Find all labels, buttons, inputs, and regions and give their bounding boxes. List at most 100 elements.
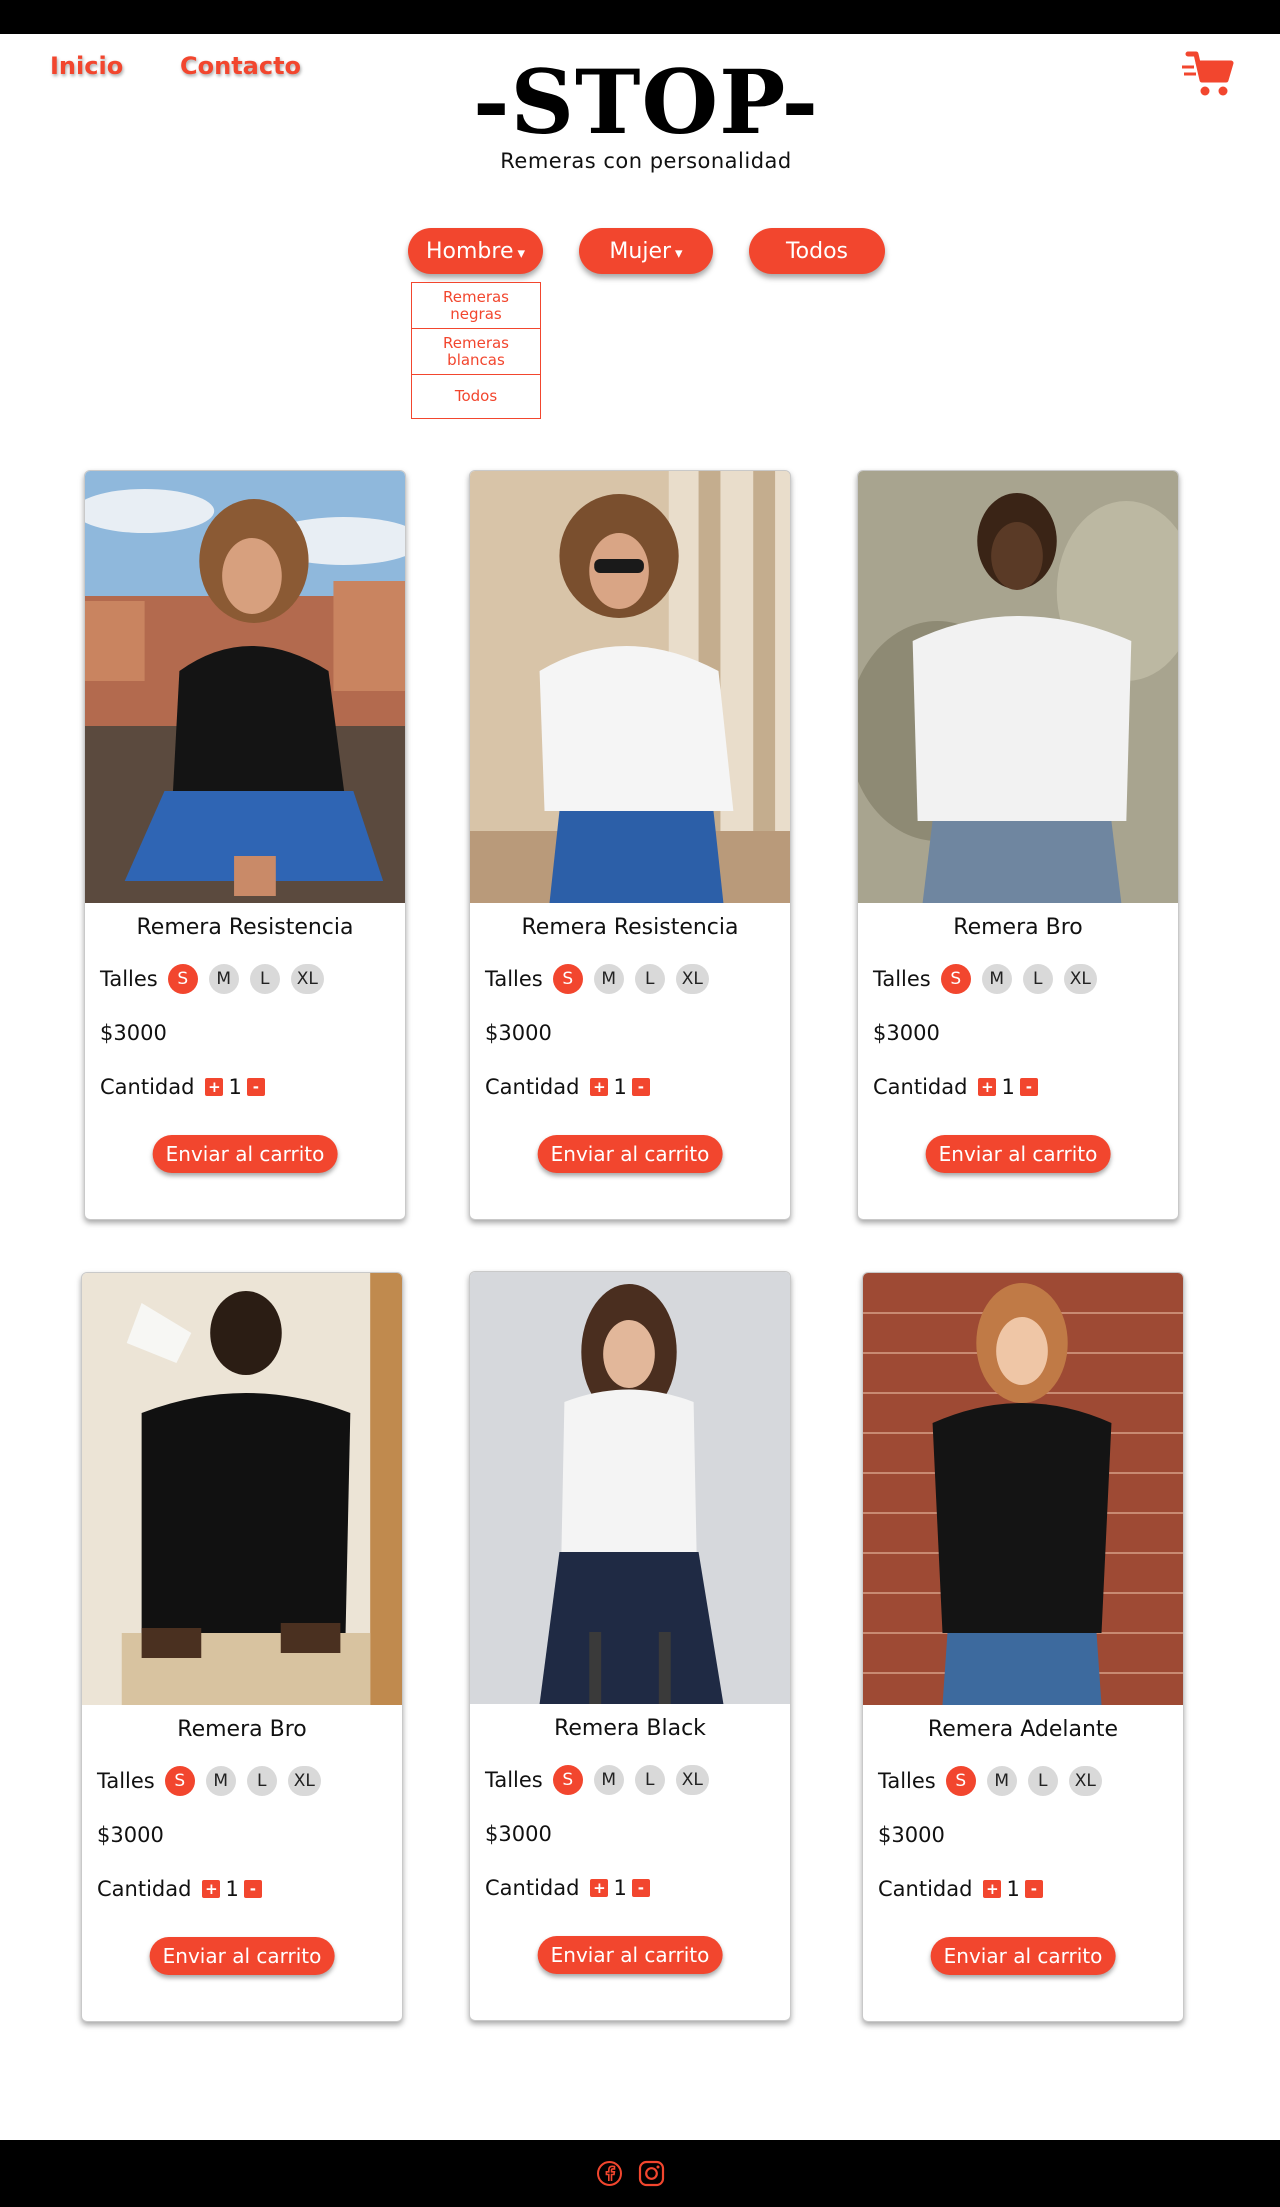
add-to-cart-button[interactable]: Enviar al carrito [537, 1135, 723, 1173]
dropdown-item-todos[interactable]: Todos [412, 375, 540, 418]
product-image[interactable] [863, 1273, 1183, 1705]
sizes-label: Talles [100, 967, 158, 991]
size-chip-m[interactable]: M [208, 964, 239, 994]
quantity-minus-button[interactable]: - [631, 1879, 650, 1897]
sizes-label: Talles [873, 967, 931, 991]
add-to-cart-button[interactable]: Enviar al carrito [152, 1135, 338, 1173]
quantity-minus-button[interactable]: - [1024, 1880, 1043, 1898]
size-chip-xl[interactable]: XL [1063, 964, 1097, 994]
size-chip-xl[interactable]: XL [287, 1766, 321, 1796]
instagram-icon[interactable] [638, 2160, 665, 2187]
product-card: Remera Resistencia Talles S M L XL $3000… [469, 470, 791, 1220]
size-chip-l[interactable]: L [1022, 964, 1053, 994]
size-chip-l[interactable]: L [249, 964, 280, 994]
quantity-label: Cantidad [878, 1877, 973, 1901]
sizes-label: Talles [878, 1769, 936, 1793]
category-button-hombre[interactable]: Hombre ▾ [408, 228, 543, 274]
quantity-plus-button[interactable]: + [205, 1078, 224, 1096]
quantity-stepper: Cantidad + 1 - [97, 1877, 262, 1901]
product-image[interactable] [470, 471, 790, 903]
quantity-minus-button[interactable]: - [631, 1078, 650, 1096]
size-chip-xl[interactable]: XL [290, 964, 324, 994]
product-price: $3000 [485, 1021, 552, 1045]
product-name: Remera Bro [953, 915, 1083, 940]
size-chip-s[interactable]: S [945, 1766, 976, 1796]
size-chip-xl[interactable]: XL [1068, 1766, 1102, 1796]
product-card: Remera Bro Talles S M L XL $3000 Cantida… [81, 1272, 403, 2022]
size-chip-l[interactable]: L [634, 964, 665, 994]
product-card: Remera Adelante Talles S M L XL $3000 Ca… [862, 1272, 1184, 2022]
dropdown-item-remeras-negras[interactable]: Remeras negras [412, 283, 540, 329]
category-button-mujer[interactable]: Mujer ▾ [579, 228, 713, 274]
quantity-plus-button[interactable]: + [978, 1078, 997, 1096]
facebook-icon[interactable] [596, 2160, 623, 2187]
product-name: Remera Black [554, 1716, 706, 1741]
product-image[interactable] [85, 471, 405, 903]
product-card: Remera Black Talles S M L XL $3000 Canti… [469, 1271, 791, 2021]
product-image[interactable] [82, 1273, 402, 1705]
add-to-cart-button[interactable]: Enviar al carrito [537, 1936, 723, 1974]
quantity-stepper: Cantidad + 1 - [873, 1075, 1038, 1099]
product-image[interactable] [470, 1272, 790, 1704]
product-price: $3000 [485, 1822, 552, 1846]
site-tagline: Remeras con personalidad [500, 149, 792, 173]
size-chip-m[interactable]: M [986, 1766, 1017, 1796]
sizes-row: Talles S M L XL [485, 1765, 720, 1795]
quantity-minus-button[interactable]: - [243, 1880, 262, 1898]
dropdown-item-remeras-blancas[interactable]: Remeras blancas [412, 329, 540, 375]
sizes-label: Talles [485, 967, 543, 991]
category-label: Hombre [425, 238, 514, 264]
quantity-plus-button[interactable]: + [590, 1879, 609, 1897]
caret-down-icon: ▾ [517, 243, 526, 262]
product-price: $3000 [100, 1021, 167, 1045]
quantity-plus-button[interactable]: + [983, 1880, 1002, 1898]
add-to-cart-button[interactable]: Enviar al carrito [925, 1135, 1111, 1173]
quantity-label: Cantidad [97, 1877, 192, 1901]
site-logo[interactable]: -STOP- [0, 52, 1280, 152]
quantity-stepper: Cantidad + 1 - [485, 1075, 650, 1099]
size-chip-l[interactable]: L [634, 1765, 665, 1795]
size-chip-s[interactable]: S [940, 964, 971, 994]
add-to-cart-button[interactable]: Enviar al carrito [930, 1937, 1116, 1975]
top-bar [0, 0, 1280, 34]
quantity-stepper: Cantidad + 1 - [100, 1075, 265, 1099]
size-chip-m[interactable]: M [593, 1765, 624, 1795]
category-button-todos[interactable]: Todos [749, 228, 885, 274]
size-chip-m[interactable]: M [981, 964, 1012, 994]
quantity-plus-button[interactable]: + [202, 1880, 221, 1898]
product-photo [82, 1273, 402, 1705]
quantity-value: 1 [1001, 1075, 1015, 1099]
quantity-minus-button[interactable]: - [246, 1078, 265, 1096]
product-name: Remera Resistencia [521, 915, 739, 940]
size-chip-xl[interactable]: XL [675, 1765, 709, 1795]
product-name: Remera Adelante [927, 1717, 1119, 1742]
quantity-minus-button[interactable]: - [1019, 1078, 1038, 1096]
size-chip-s[interactable]: S [164, 1766, 195, 1796]
product-photo [470, 471, 790, 903]
sizes-row: Talles S M L XL [100, 964, 335, 994]
size-chip-s[interactable]: S [552, 1765, 583, 1795]
size-chip-l[interactable]: L [1027, 1766, 1058, 1796]
caret-down-icon: ▾ [675, 243, 683, 262]
product-name: Remera Resistencia [136, 915, 354, 940]
product-image[interactable] [858, 471, 1178, 903]
product-photo [85, 471, 405, 903]
size-chip-xl[interactable]: XL [675, 964, 709, 994]
size-chip-m[interactable]: M [593, 964, 624, 994]
size-chip-s[interactable]: S [552, 964, 583, 994]
category-label: Todos [785, 238, 849, 264]
product-photo [858, 471, 1178, 903]
quantity-value: 1 [613, 1876, 627, 1900]
quantity-plus-button[interactable]: + [590, 1078, 609, 1096]
sizes-row: Talles S M L XL [878, 1766, 1113, 1796]
product-photo [863, 1273, 1183, 1705]
sizes-row: Talles S M L XL [97, 1766, 332, 1796]
size-chip-s[interactable]: S [167, 964, 198, 994]
add-to-cart-button[interactable]: Enviar al carrito [149, 1937, 335, 1975]
hombre-dropdown-menu: Remeras negras Remeras blancas Todos [411, 282, 541, 419]
size-chip-l[interactable]: L [246, 1766, 277, 1796]
product-photo [470, 1272, 790, 1704]
size-chip-m[interactable]: M [205, 1766, 236, 1796]
quantity-stepper: Cantidad + 1 - [485, 1876, 650, 1900]
quantity-label: Cantidad [485, 1075, 580, 1099]
